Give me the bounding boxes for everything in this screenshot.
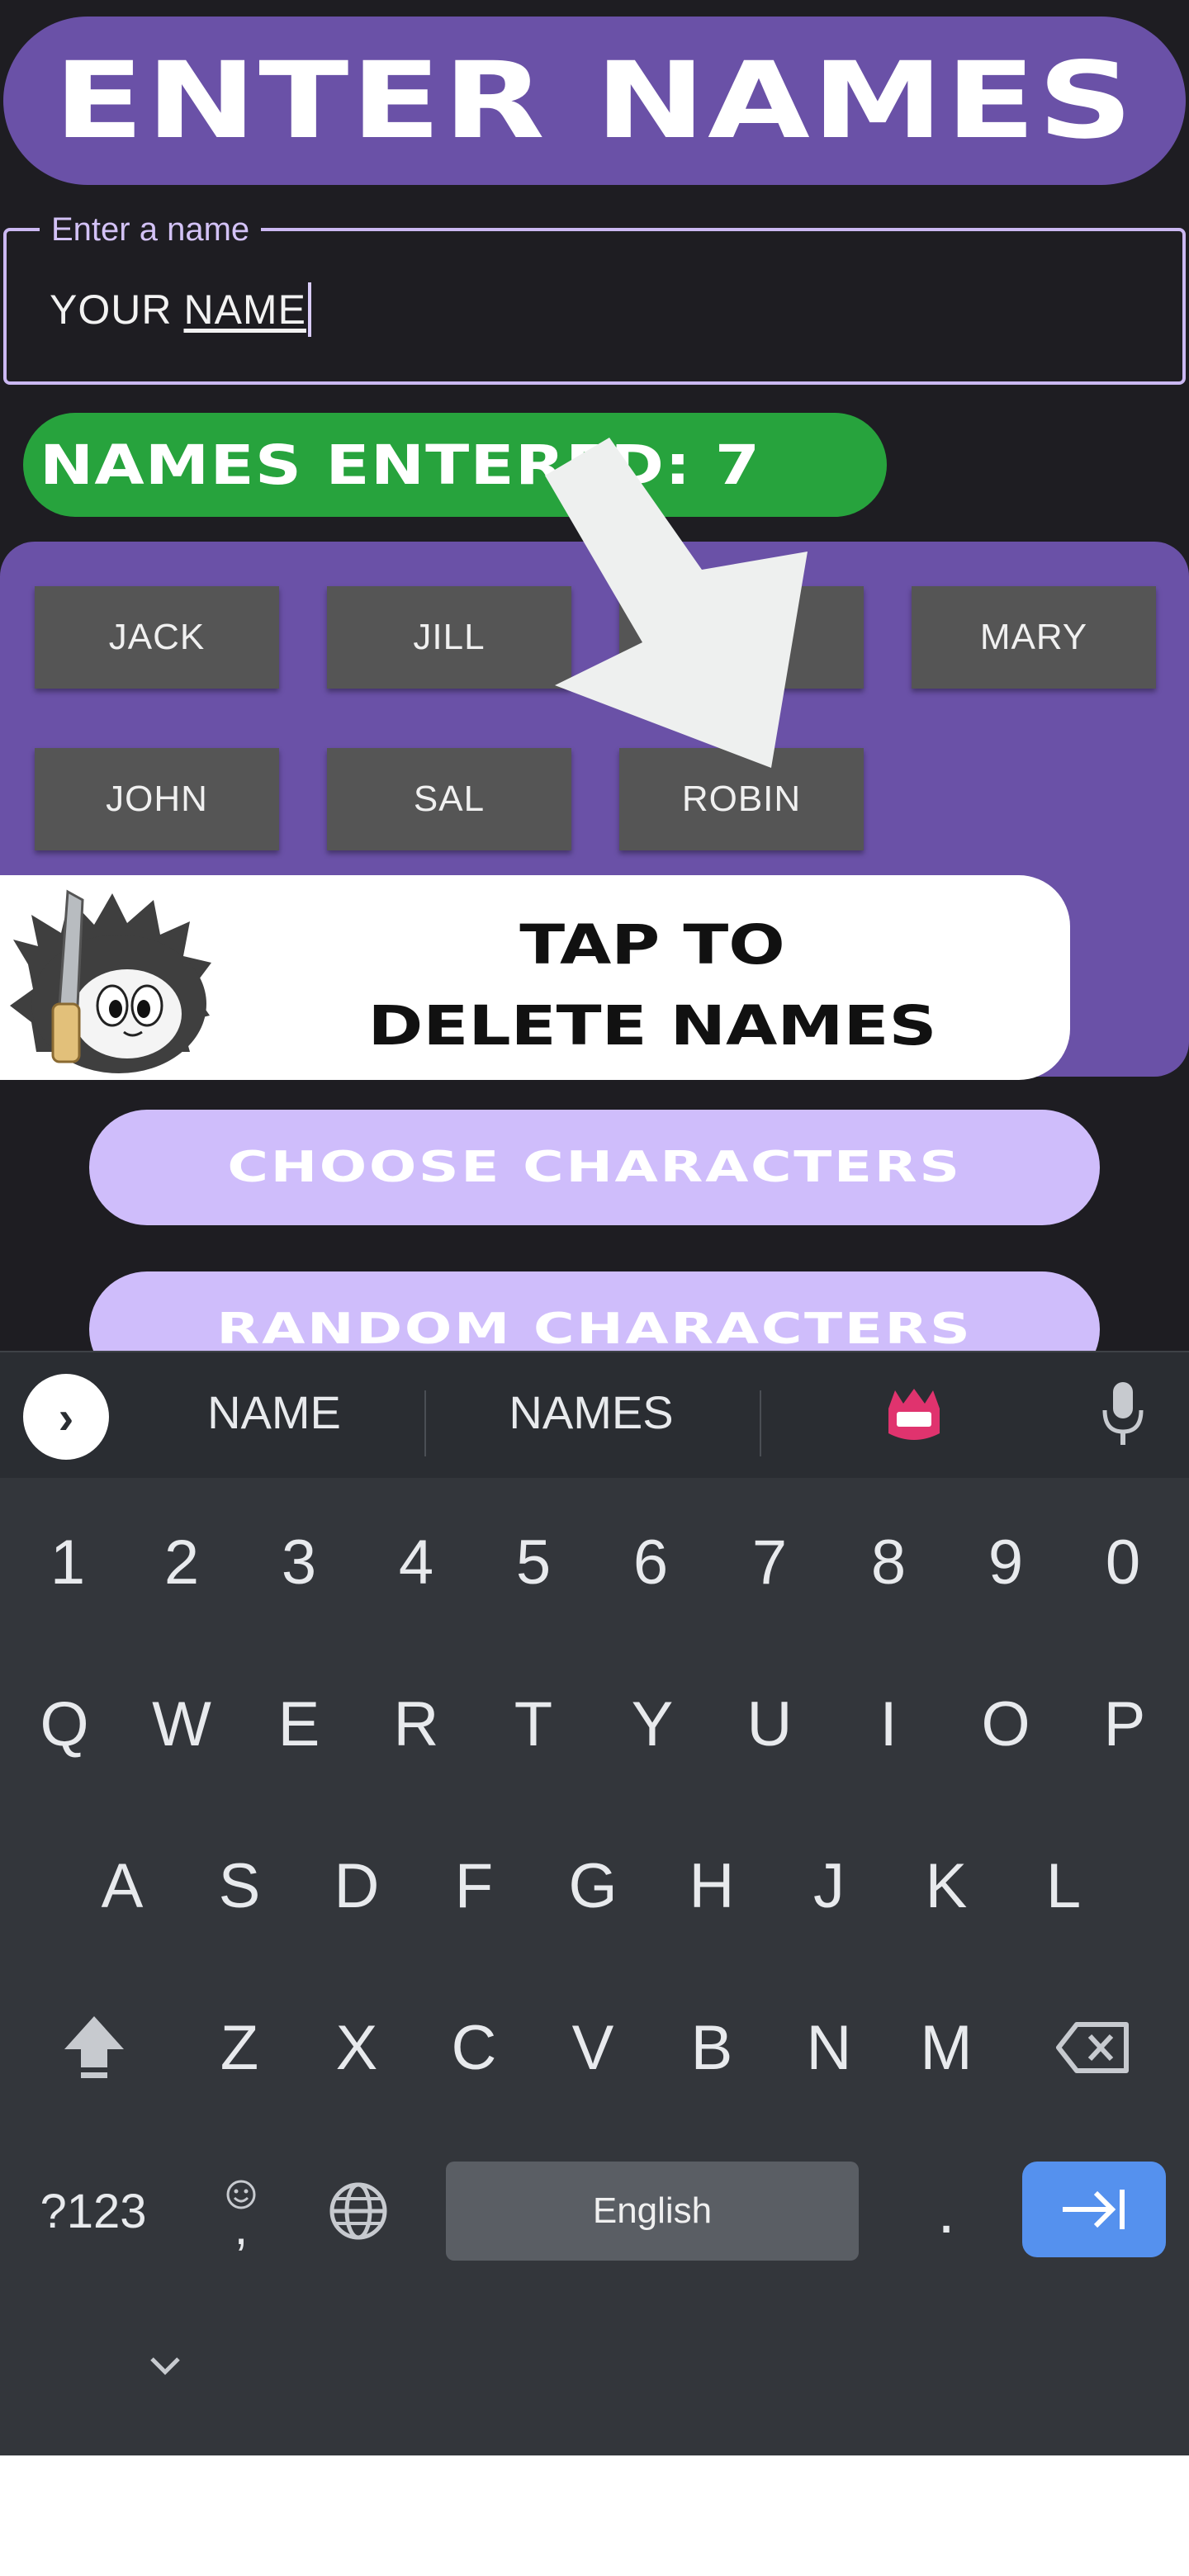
key-p[interactable]: P [1075,1674,1174,1773]
key-a[interactable]: A [73,1836,172,1935]
name-input-value[interactable]: YOUR NAME [50,282,311,337]
tap-to-delete-banner: TAP TO DELETE NAMES [0,875,1070,1080]
bottom-blank-area [0,2455,1189,2576]
name-chip-sal[interactable]: SAL [327,748,571,850]
name-chip-john[interactable]: JOHN [35,748,279,850]
backspace-icon [1056,2022,1129,2073]
tap-hint-line-1: TAP TO [519,913,785,977]
name-input-word-1: YOUR [50,286,173,333]
key-r[interactable]: R [367,1674,466,1773]
shift-arrow-icon [64,2016,124,2078]
chevron-right-icon[interactable]: › [23,1374,109,1460]
key-c[interactable]: C [424,1998,523,2097]
globe-key[interactable] [309,2162,408,2261]
symbols-key[interactable]: ?123 [31,2162,155,2261]
key-2[interactable]: 2 [132,1513,231,1612]
key-1[interactable]: 1 [18,1513,117,1612]
key-w[interactable]: W [132,1674,231,1773]
key-i[interactable]: I [839,1674,938,1773]
choose-characters-label: CHOOSE CHARACTERS [227,1143,962,1192]
comma-key-label: , [234,2200,249,2255]
name-input-label: Enter a name [40,211,262,249]
soft-keyboard: › NAME NAMES 1 2 3 4 5 6 7 8 9 0 Q W E R… [0,1351,1189,2455]
random-characters-label: RANDOM CHARACTERS [216,1305,973,1354]
key-g[interactable]: G [543,1836,642,1935]
key-d[interactable]: D [307,1836,406,1935]
key-3[interactable]: 3 [249,1513,348,1612]
random-characters-button[interactable]: RANDOM CHARACTERS [89,1271,1100,1354]
tab-arrow-icon [1063,2190,1125,2229]
pointer-arrow-icon [545,438,808,768]
key-0[interactable]: 0 [1073,1513,1172,1612]
backspace-key[interactable] [1044,1998,1143,2097]
key-b[interactable]: B [662,1998,761,2097]
suggestion-2[interactable]: NAMES [434,1385,748,1439]
comma-emoji-key[interactable]: , [192,2162,291,2261]
globe-icon [329,2182,387,2240]
suggestion-1[interactable]: NAME [117,1385,431,1439]
key-9[interactable]: 9 [956,1513,1055,1612]
key-4[interactable]: 4 [367,1513,466,1612]
hide-keyboard-key[interactable] [116,2333,215,2399]
name-input-word-2: NAME [183,286,306,333]
key-h[interactable]: H [662,1836,761,1935]
suggestion-divider [760,1390,761,1456]
shift-key[interactable] [45,1998,144,2097]
key-5[interactable]: 5 [484,1513,583,1612]
key-m[interactable]: M [897,1998,996,2097]
key-e[interactable]: E [249,1674,348,1773]
key-j[interactable]: J [779,1836,879,1935]
key-z[interactable]: Z [190,1998,289,2097]
page-title-text: ENTER NAMES [54,39,1135,163]
key-l[interactable]: L [1014,1836,1113,1935]
choose-characters-button[interactable]: CHOOSE CHARACTERS [89,1110,1100,1225]
app-screen: ENTER NAMES Enter a name YOUR NAME NAME S… [0,0,1189,1354]
name-chip-jack[interactable]: JACK [35,586,279,689]
key-u[interactable]: U [720,1674,819,1773]
chevron-down-icon [150,2357,180,2375]
key-v[interactable]: V [543,1998,642,2097]
key-8[interactable]: 8 [839,1513,938,1612]
key-y[interactable]: Y [603,1674,702,1773]
pink-monster-emoji-icon[interactable] [883,1384,945,1445]
name-chip-jill[interactable]: JILL [327,586,571,689]
key-t[interactable]: T [484,1674,583,1773]
space-bar[interactable]: English [446,2162,859,2261]
key-o[interactable]: O [956,1674,1055,1773]
tap-hint-line-2: DELETE NAMES [367,994,937,1058]
text-caret [307,282,311,337]
key-n[interactable]: N [779,1998,879,2097]
key-f[interactable]: F [424,1836,523,1935]
name-input-field[interactable]: Enter a name YOUR NAME [3,211,1186,385]
suggestion-divider [424,1390,426,1456]
key-6[interactable]: 6 [601,1513,700,1612]
key-k[interactable]: K [897,1836,996,1935]
page-title: ENTER NAMES [3,17,1186,185]
key-7[interactable]: 7 [720,1513,819,1612]
name-chip-mary[interactable]: MARY [912,586,1156,689]
period-key[interactable]: . [897,2162,996,2261]
microphone-icon[interactable] [1098,1380,1148,1450]
suggestion-bar: › NAME NAMES [0,1351,1189,1478]
key-s[interactable]: S [190,1836,289,1935]
enter-key[interactable] [1022,2162,1166,2257]
key-x[interactable]: X [307,1998,406,2097]
tap-to-delete-text: TAP TO DELETE NAMES [149,905,1156,1067]
key-q[interactable]: Q [15,1674,114,1773]
